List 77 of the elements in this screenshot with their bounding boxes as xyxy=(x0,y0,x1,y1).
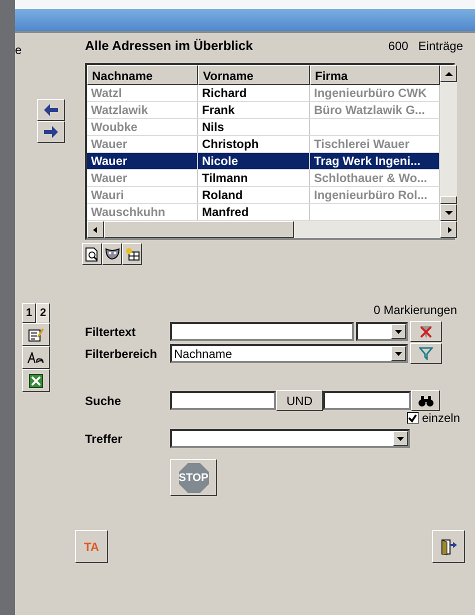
move-right-button[interactable] xyxy=(37,121,65,143)
field-label: Suche xyxy=(85,394,122,408)
down-caret-icon xyxy=(395,352,402,356)
table-cell[interactable] xyxy=(310,204,440,221)
search-button[interactable] xyxy=(411,390,440,411)
dropdown-button[interactable] xyxy=(393,431,408,446)
table-cell[interactable]: Wauer xyxy=(87,153,198,170)
filter-range-select[interactable]: Nachname xyxy=(170,344,408,363)
exit-button[interactable] xyxy=(432,530,465,563)
checkbox-label: einzeln xyxy=(422,411,460,425)
table-cell[interactable]: Tilmann xyxy=(198,170,310,187)
down-caret-icon xyxy=(444,210,452,216)
scroll-right-button[interactable] xyxy=(440,221,457,238)
search-field[interactable] xyxy=(323,391,411,410)
new-entry-button[interactable] xyxy=(122,243,142,265)
cut-label: e xyxy=(15,43,23,57)
scroll-down-button[interactable] xyxy=(440,204,457,221)
dropdown-button[interactable] xyxy=(391,346,406,361)
up-caret-icon xyxy=(444,70,452,76)
table-cell[interactable]: Trag Werk Ingeni... xyxy=(310,153,440,170)
list-title: Alle Adressen im Überblick xyxy=(85,38,254,53)
table-cell[interactable]: Nicole xyxy=(198,153,310,170)
column-header[interactable]: Nachname xyxy=(87,65,198,85)
table-cell[interactable]: Roland xyxy=(198,187,310,204)
stop-button[interactable]: STOP xyxy=(170,459,217,496)
search-field[interactable] xyxy=(170,391,276,410)
table-cell[interactable]: Manfred xyxy=(198,204,310,221)
down-caret-icon xyxy=(395,330,402,334)
left-arrow-icon xyxy=(44,104,58,116)
scroll-up-button[interactable] xyxy=(440,65,457,82)
filter-text-field[interactable] xyxy=(170,322,354,341)
filter-option-select[interactable] xyxy=(356,322,408,341)
column-header[interactable]: Vorname xyxy=(198,65,310,85)
notepad-pencil-icon xyxy=(28,328,44,342)
scroll-thumb[interactable] xyxy=(440,196,457,204)
stop-sign-icon xyxy=(178,462,210,494)
entry-count-label: Einträge xyxy=(418,39,463,53)
scroll-left-button[interactable] xyxy=(87,221,104,238)
table-cell[interactable] xyxy=(310,119,440,136)
preview-button[interactable] xyxy=(82,243,102,265)
field-label: Filterbereich xyxy=(85,346,158,360)
mask-button[interactable] xyxy=(102,243,122,265)
left-caret-icon xyxy=(92,226,100,232)
field-label: Treffer xyxy=(85,432,124,446)
table-cell[interactable]: Richard xyxy=(198,85,310,102)
entry-count: 600 xyxy=(388,39,408,53)
table-cell[interactable]: Frank xyxy=(198,102,310,119)
checkmark-icon xyxy=(408,414,418,422)
font-button[interactable] xyxy=(22,346,50,369)
results-select[interactable] xyxy=(170,429,410,448)
page-magnifier-icon xyxy=(85,246,99,262)
table-cell[interactable]: Christoph xyxy=(198,136,310,153)
right-arrow-icon xyxy=(44,126,58,138)
funnel-icon xyxy=(419,347,433,360)
filter-button[interactable] xyxy=(410,343,442,364)
einzeln-checkbox[interactable] xyxy=(406,412,419,424)
mark-count: 0 Markierungen xyxy=(374,303,457,317)
down-caret-icon xyxy=(397,436,404,440)
door-arrow-icon xyxy=(440,538,458,556)
table-star-icon xyxy=(124,247,140,261)
edit-button[interactable] xyxy=(22,323,50,346)
binoculars-icon xyxy=(418,394,434,406)
and-button[interactable]: UND xyxy=(276,390,323,411)
excel-button[interactable] xyxy=(22,369,50,392)
page-tab[interactable]: 1 xyxy=(22,303,36,323)
spreadsheet-icon xyxy=(29,374,43,388)
scroll-thumb[interactable] xyxy=(104,221,294,238)
mask-icon xyxy=(104,248,120,260)
clear-filter-button[interactable] xyxy=(410,321,442,342)
crossed-funnel-icon xyxy=(419,324,433,338)
table-cell[interactable]: Nils xyxy=(198,119,310,136)
page-tab[interactable]: 2 xyxy=(36,303,50,323)
field-label: Filtertext xyxy=(85,324,137,338)
font-icon xyxy=(27,352,45,364)
column-header[interactable]: Firma xyxy=(310,65,440,85)
dropdown-button[interactable] xyxy=(391,324,406,339)
move-left-button[interactable] xyxy=(37,99,65,121)
